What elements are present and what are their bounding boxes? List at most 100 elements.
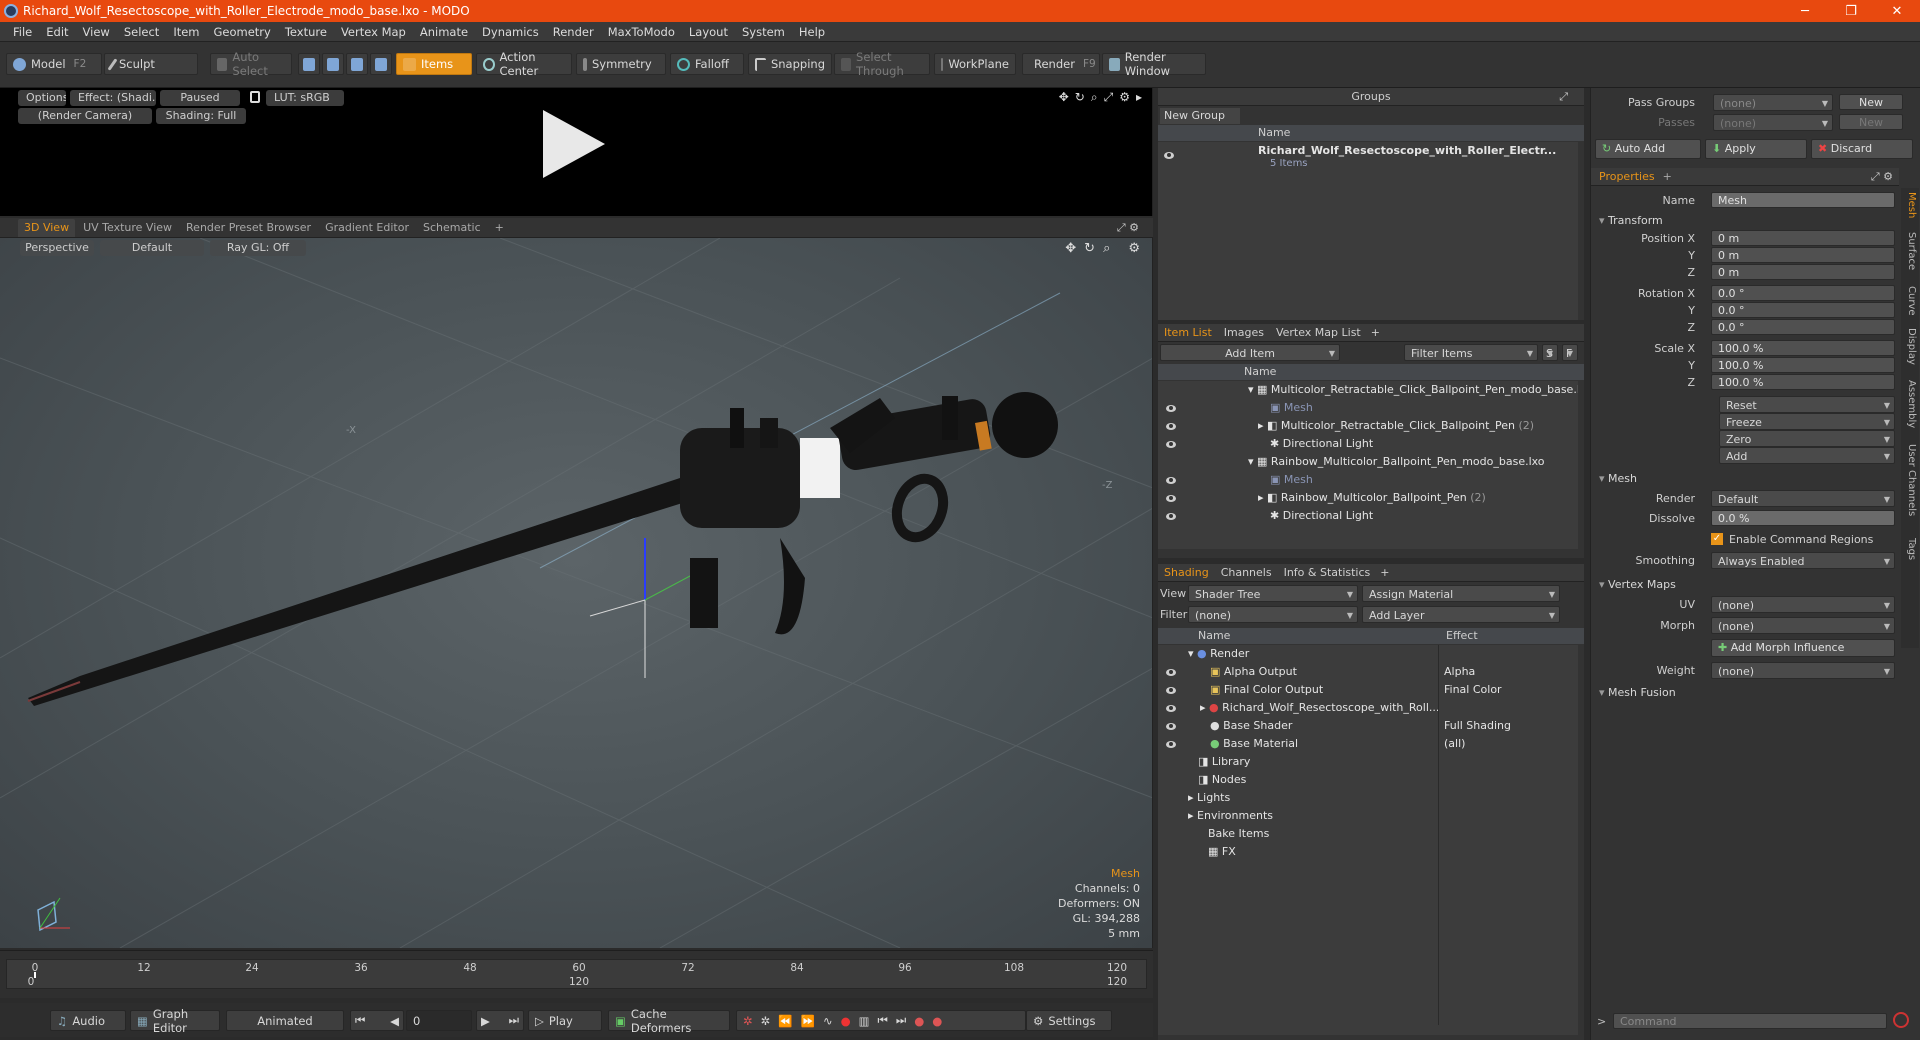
- skip-end-icon[interactable]: ⏭: [509, 1013, 519, 1028]
- zero-dropdown[interactable]: Zero: [1719, 430, 1895, 448]
- materials-mode-button[interactable]: [370, 53, 392, 75]
- visibility-eye-icon[interactable]: [1166, 669, 1176, 676]
- reset-dropdown[interactable]: Reset: [1719, 396, 1895, 414]
- add-tab-icon[interactable]: +: [1663, 170, 1672, 183]
- side-tab-user-channels[interactable]: User Channels: [1901, 444, 1917, 516]
- vertex-maps-section[interactable]: Vertex Maps: [1599, 578, 1676, 591]
- tab-info-statistics[interactable]: Info & Statistics: [1278, 566, 1377, 579]
- visibility-eye-icon[interactable]: [1164, 152, 1174, 159]
- position-z-field[interactable]: 0 m: [1711, 264, 1895, 280]
- autokey-icon[interactable]: ▥: [859, 1014, 870, 1028]
- shader-effect[interactable]: Alpha: [1444, 663, 1574, 681]
- jump-start-icon[interactable]: ⏮: [878, 1013, 888, 1028]
- model-mode-button[interactable]: Model F2: [6, 53, 102, 75]
- dissolve-field[interactable]: 0.0 %: [1711, 510, 1895, 526]
- scale-z-field[interactable]: 100.0 %: [1711, 374, 1895, 390]
- scale-y-field[interactable]: 100.0 %: [1711, 357, 1895, 373]
- viewport-gear-icon[interactable]: ⚙: [1128, 241, 1140, 256]
- key-all-icon[interactable]: ✲: [761, 1014, 771, 1028]
- visibility-eye-icon[interactable]: [1166, 477, 1176, 484]
- shader-row-bake-items[interactable]: Bake Items: [1208, 825, 1438, 843]
- render-dropdown[interactable]: Default: [1711, 490, 1895, 508]
- rotation-y-field[interactable]: 0.0 °: [1711, 302, 1895, 318]
- animated-dropdown[interactable]: Animated: [226, 1010, 344, 1031]
- arrow-right-icon[interactable]: ▸: [1136, 90, 1142, 104]
- expand-icon[interactable]: ⤢: [1104, 90, 1114, 105]
- edges-mode-button[interactable]: [322, 53, 344, 75]
- pass-groups-dropdown[interactable]: (none): [1713, 94, 1833, 112]
- prev-key-icon[interactable]: ⏪: [778, 1014, 792, 1028]
- tab-vertex-map-list[interactable]: Vertex Map List: [1270, 326, 1367, 339]
- menu-maxtomodo[interactable]: MaxToModo: [601, 25, 682, 39]
- playhead[interactable]: [34, 972, 36, 978]
- shader-row-environments[interactable]: ▸ Environments: [1188, 807, 1438, 825]
- list-item[interactable]: ▣ Mesh: [1270, 471, 1570, 489]
- position-y-field[interactable]: 0 m: [1711, 247, 1895, 263]
- viewport-zoom-icon[interactable]: ⌕: [1103, 241, 1110, 256]
- mesh-section[interactable]: Mesh: [1599, 472, 1637, 485]
- perspective-dropdown[interactable]: Perspective: [20, 240, 94, 256]
- symmetry-button[interactable]: Symmetry: [576, 53, 666, 75]
- cache-deformers-button[interactable]: ▣ Cache Deformers: [608, 1007, 730, 1035]
- close-button[interactable]: ✕: [1874, 0, 1920, 22]
- menu-item[interactable]: Item: [166, 25, 206, 39]
- audio-button[interactable]: ♫ Audio: [50, 1010, 126, 1031]
- frame-field[interactable]: 0: [406, 1010, 472, 1031]
- list-item[interactable]: ▾ ▦ Multicolor_Retractable_Click_Ballpoi…: [1248, 381, 1578, 399]
- play-button[interactable]: ▷ Play: [528, 1010, 602, 1031]
- morph-dropdown[interactable]: (none): [1711, 617, 1895, 635]
- shader-effect[interactable]: Final Color: [1444, 681, 1574, 699]
- timeline-ruler[interactable]: 0 12 24 36 48 60 72 84 96 108 120 0 120 …: [6, 959, 1147, 989]
- filter-f-button[interactable]: F: [1562, 344, 1578, 362]
- curve-icon[interactable]: ∿: [823, 1014, 833, 1028]
- 3d-viewport[interactable]: -X -Z Perspective Default Ray GL: Off ✥ …: [0, 238, 1153, 948]
- list-item[interactable]: ▾ ▦ Rainbow_Multicolor_Ballpoint_Pen_mod…: [1248, 453, 1578, 471]
- tab-channels[interactable]: Channels: [1215, 566, 1278, 579]
- view-style-dropdown[interactable]: Default: [100, 240, 204, 256]
- tab-schematic[interactable]: Schematic: [417, 219, 487, 237]
- checkbox-checked-icon[interactable]: ✓: [1711, 533, 1723, 545]
- tab-render-preset-browser[interactable]: Render Preset Browser: [180, 219, 317, 237]
- list-item[interactable]: ✱ Directional Light: [1270, 435, 1570, 453]
- groups-expand-icon[interactable]: ⤢: [1559, 90, 1568, 104]
- tab-images[interactable]: Images: [1218, 326, 1270, 339]
- command-regions-toggle[interactable]: ✓ Enable Command Regions: [1711, 531, 1895, 547]
- new-group-button[interactable]: New Group: [1160, 108, 1240, 124]
- preview-effect-dropdown[interactable]: Effect: (Shadi...: [70, 90, 156, 106]
- timeline[interactable]: 0 12 24 36 48 60 72 84 96 108 120 0 120 …: [0, 950, 1153, 998]
- lut-dropdown[interactable]: LUT: sRGB: [266, 90, 344, 106]
- menu-edit[interactable]: Edit: [39, 25, 75, 39]
- assign-material-button[interactable]: Assign Material: [1362, 585, 1560, 603]
- menu-vertex-map[interactable]: Vertex Map: [334, 25, 413, 39]
- graph-editor-button[interactable]: ▦ Graph Editor: [130, 1007, 220, 1035]
- rotation-z-field[interactable]: 0.0 °: [1711, 319, 1895, 335]
- new-pass-group-button[interactable]: New: [1839, 94, 1903, 110]
- shader-row-render[interactable]: ▾ ● Render: [1188, 645, 1438, 663]
- discard-button[interactable]: ✖ Discard: [1811, 139, 1913, 159]
- menu-file[interactable]: File: [6, 25, 39, 39]
- add-dropdown[interactable]: Add: [1719, 447, 1895, 465]
- list-item[interactable]: ✱ Directional Light: [1270, 507, 1570, 525]
- next-key-icon[interactable]: ⏩: [801, 1014, 815, 1028]
- step-forward-icon[interactable]: ▶: [481, 1014, 490, 1028]
- viewport-rotate-icon[interactable]: ↻: [1084, 241, 1095, 256]
- shader-row-fx[interactable]: ▦ FX: [1208, 843, 1438, 861]
- snapping-button[interactable]: Snapping: [748, 53, 832, 75]
- viewport-pan-icon[interactable]: ✥: [1065, 241, 1076, 256]
- filter-s-button[interactable]: S: [1542, 344, 1558, 362]
- shader-row[interactable]: ▣ Final Color Output: [1210, 681, 1438, 699]
- add-morph-influence-button[interactable]: ✚ Add Morph Influence: [1711, 639, 1895, 657]
- command-input[interactable]: Command: [1613, 1013, 1887, 1029]
- preview-paused-button[interactable]: Paused: [160, 90, 240, 106]
- sculpt-mode-button[interactable]: Sculpt: [104, 53, 198, 75]
- visibility-eye-icon[interactable]: [1166, 495, 1176, 502]
- command-history-icon[interactable]: [1893, 1012, 1909, 1028]
- smoothing-dropdown[interactable]: Always Enabled: [1711, 552, 1895, 570]
- list-item[interactable]: ▸ ◧ Multicolor_Retractable_Click_Ballpoi…: [1258, 417, 1578, 435]
- shader-row-lights[interactable]: ▸ Lights: [1188, 789, 1438, 807]
- add-item-dropdown[interactable]: Add Item: [1160, 344, 1340, 362]
- freeze-dropdown[interactable]: Freeze: [1719, 413, 1895, 431]
- shader-row[interactable]: ▣ Alpha Output: [1210, 663, 1438, 681]
- menu-animate[interactable]: Animate: [413, 25, 475, 39]
- shader-row[interactable]: ● Base Shader: [1210, 717, 1438, 735]
